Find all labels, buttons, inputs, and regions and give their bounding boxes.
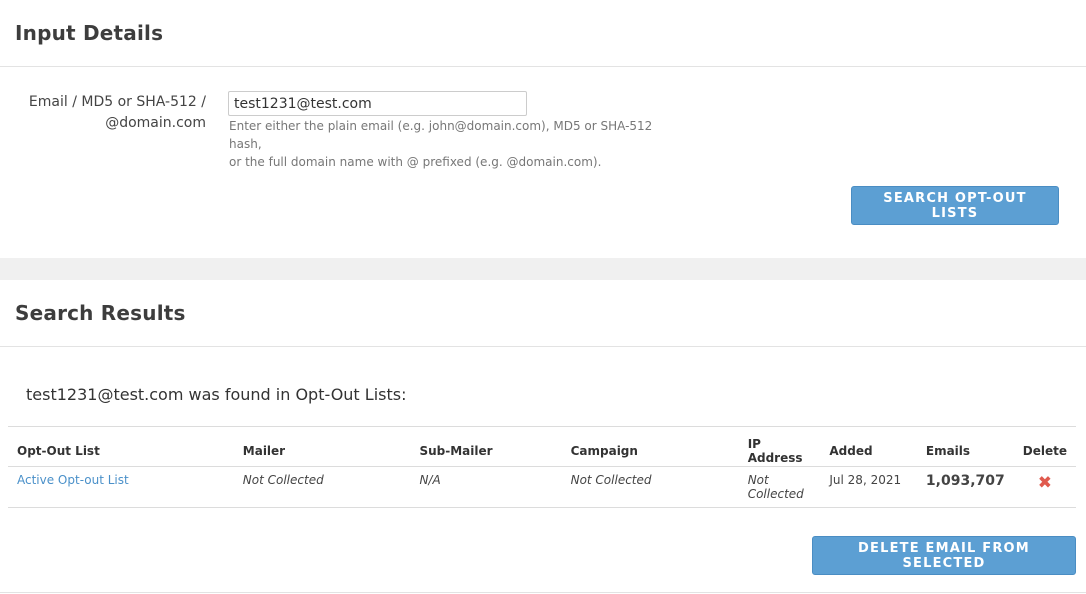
opt-out-list-link[interactable]: Active Opt-out List: [17, 473, 129, 487]
cell-opt-out-list: Active Opt-out List: [8, 466, 234, 508]
email-field-label-line2: @domain.com: [105, 115, 206, 131]
cell-mailer: Not Collected: [233, 466, 411, 508]
results-table-header-row: Opt-Out List Mailer Sub-Mailer Campaign …: [8, 436, 1076, 467]
col-sub-mailer: Sub-Mailer: [410, 436, 562, 467]
search-results-header: Search Results: [0, 280, 1086, 347]
search-results-title: Search Results: [15, 301, 186, 325]
ip-address-line1: Not: [747, 473, 769, 487]
cell-delete: ✖: [1013, 466, 1076, 508]
panel-separator: [0, 258, 1086, 280]
cell-ip-address: Not Collected: [738, 466, 821, 508]
col-emails: Emails: [916, 436, 1014, 467]
email-field-label: Email / MD5 or SHA-512 / @domain.com: [6, 92, 206, 134]
help-text-line2: or the full domain name with @ prefixed …: [229, 155, 602, 169]
cell-emails: 1,093,707: [916, 466, 1014, 508]
email-help-text: Enter either the plain email (e.g. john@…: [229, 117, 659, 171]
cell-sub-mailer: N/A: [410, 466, 562, 508]
col-campaign: Campaign: [561, 436, 739, 467]
cell-added: Jul 28, 2021: [820, 466, 917, 508]
col-mailer: Mailer: [233, 436, 411, 467]
search-opt-out-lists-button[interactable]: SEARCH OPT-OUT LISTS: [851, 186, 1059, 225]
col-ip-address: IP Address: [738, 436, 821, 467]
results-table: Opt-Out List Mailer Sub-Mailer Campaign …: [8, 436, 1076, 508]
delete-email-from-selected-button[interactable]: DELETE EMAIL FROM SELECTED: [812, 536, 1076, 575]
col-added: Added: [820, 436, 917, 467]
search-results-panel: Search Results test1231@test.com was fou…: [0, 280, 1086, 594]
delete-x-icon[interactable]: ✖: [1038, 473, 1052, 493]
input-details-panel: Input Details Email / MD5 or SHA-512 / @…: [0, 0, 1086, 258]
results-divider: [8, 426, 1076, 427]
col-opt-out-list: Opt-Out List: [8, 436, 234, 467]
email-input[interactable]: [228, 91, 527, 116]
table-row: Active Opt-out List Not Collected N/A No…: [8, 466, 1076, 508]
col-delete: Delete: [1013, 436, 1076, 467]
help-text-line1: Enter either the plain email (e.g. john@…: [229, 119, 653, 151]
found-message: test1231@test.com was found in Opt-Out L…: [26, 385, 407, 404]
cell-campaign: Not Collected: [561, 466, 739, 508]
email-field-label-line1: Email / MD5 or SHA-512 /: [28, 94, 206, 110]
input-details-title: Input Details: [15, 21, 164, 45]
input-details-header: Input Details: [0, 0, 1086, 67]
ip-address-line2: Collected: [747, 487, 804, 501]
results-bottom-divider: [0, 592, 1086, 593]
